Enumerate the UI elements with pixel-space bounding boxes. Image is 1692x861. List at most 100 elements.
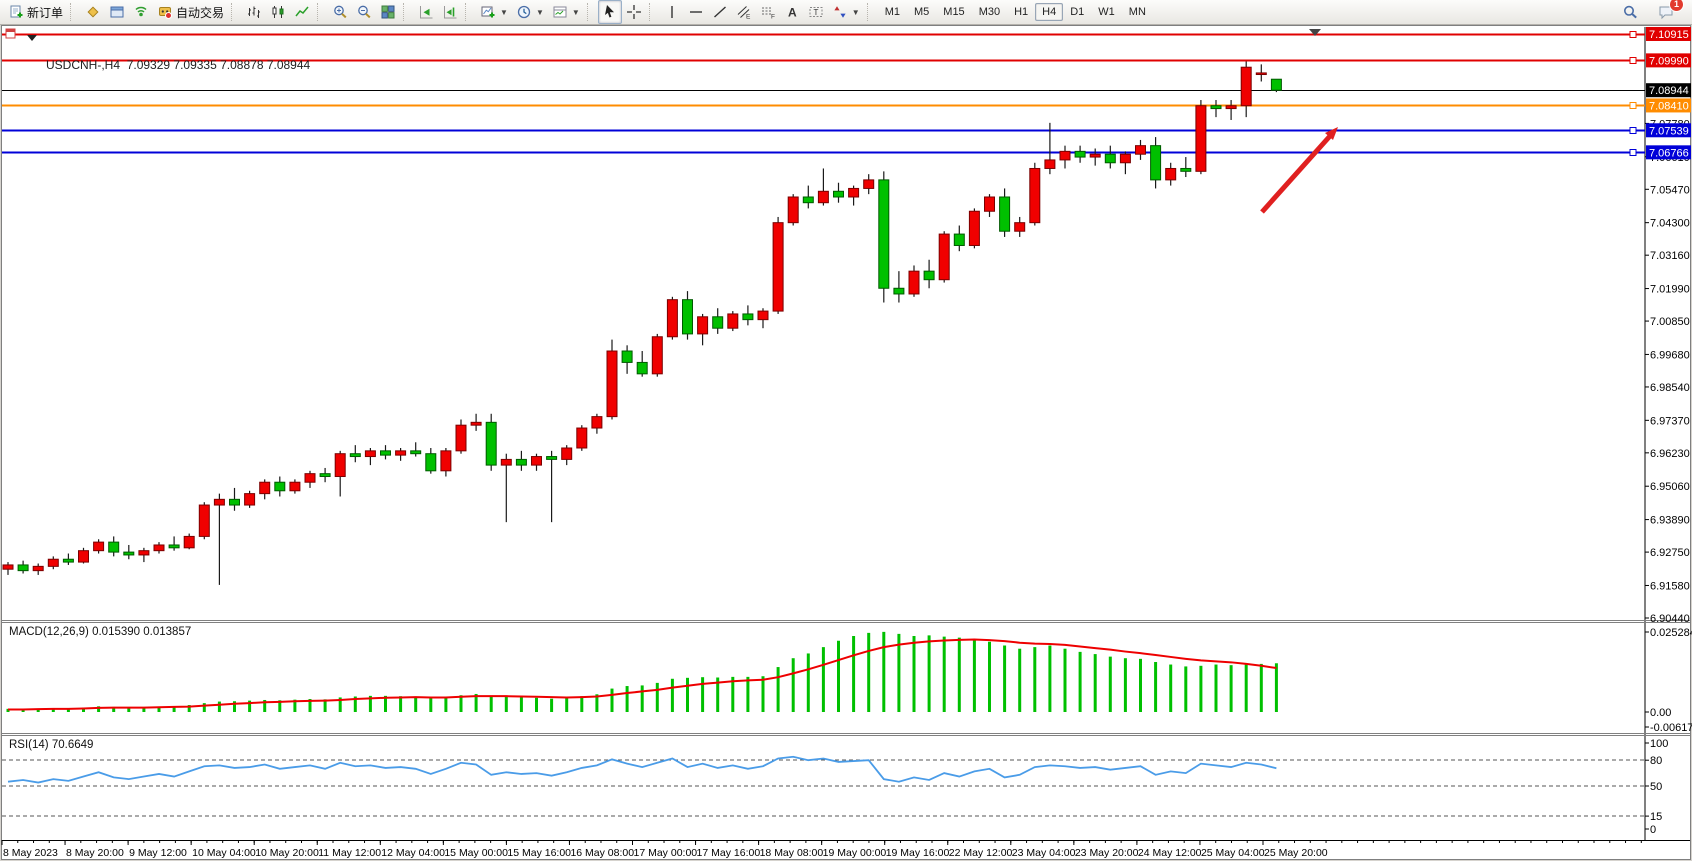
price-tick-label: 6.90440 [1650, 613, 1690, 625]
line-handle[interactable] [1630, 103, 1636, 109]
candle [335, 454, 345, 477]
auto-scroll-icon [418, 4, 434, 20]
timeframe-mn-button[interactable]: MN [1122, 3, 1153, 21]
candle [1241, 67, 1251, 106]
price-tick-label: 7.04300 [1650, 218, 1690, 230]
candle [1120, 154, 1130, 163]
timeframe-m1-button[interactable]: M1 [878, 3, 907, 21]
line-chart-icon [294, 4, 310, 20]
price-tag-label: 7.06766 [1649, 147, 1689, 159]
candle [230, 499, 240, 505]
candle [1060, 151, 1070, 160]
text-label-button[interactable]: T [804, 0, 828, 24]
trendline-button[interactable] [708, 0, 732, 24]
candles-chart-button[interactable] [266, 0, 290, 24]
candle [1090, 154, 1100, 157]
dropdown-arrow-icon[interactable]: ▼ [536, 8, 544, 17]
chart-shift-button[interactable] [438, 0, 462, 24]
timeframe-m30-button[interactable]: M30 [972, 3, 1007, 21]
new-order-button[interactable]: 新订单 [4, 0, 67, 24]
macd-signal-value: 0.013857 [143, 626, 191, 638]
autotrading-button[interactable]: 自动交易 [153, 0, 228, 24]
line-handle[interactable] [1630, 150, 1636, 156]
candle [275, 482, 285, 491]
data-window-icon [109, 4, 125, 20]
auto-scroll-button[interactable] [414, 0, 438, 24]
timeframe-m15-button[interactable]: M15 [936, 3, 971, 21]
line-handle[interactable] [1630, 128, 1636, 134]
candle [622, 351, 632, 362]
new-chart-button[interactable]: ▼ [476, 0, 512, 24]
bars-chart-button[interactable] [242, 0, 266, 24]
timeframe-d1-button[interactable]: D1 [1063, 3, 1091, 21]
time-tick-label: 24 May 12:00 [1138, 847, 1202, 859]
line-chart-button[interactable] [290, 0, 314, 24]
time-tick-label: 18 May 08:00 [760, 847, 824, 859]
periods-button[interactable]: ▼ [512, 0, 548, 24]
dropdown-arrow-icon[interactable]: ▼ [572, 8, 580, 17]
macd-tick-label: 0.00 [1650, 707, 1671, 719]
channel-button[interactable]: E [732, 0, 756, 24]
candle [758, 311, 768, 320]
timeframe-w1-button[interactable]: W1 [1091, 3, 1122, 21]
time-tick-label: 17 May 00:00 [634, 847, 698, 859]
rsi-tick-label: 50 [1650, 781, 1662, 793]
price-tick-label: 6.95060 [1650, 481, 1690, 493]
vertical-line-button[interactable] [660, 0, 684, 24]
candle [486, 422, 496, 465]
zoom-in-button[interactable] [328, 0, 352, 24]
candle [577, 428, 587, 448]
candle [124, 552, 134, 555]
time-tick-label: 9 May 12:00 [129, 847, 187, 859]
market-watch-button[interactable] [81, 0, 105, 24]
candle [290, 482, 300, 491]
candle [1211, 106, 1221, 109]
candle [532, 457, 542, 466]
candle [728, 314, 738, 328]
toolbar-separator [465, 3, 473, 21]
dropdown-arrow-icon[interactable]: ▼ [852, 8, 860, 17]
candle [592, 417, 602, 428]
data-window-button[interactable] [105, 0, 129, 24]
timeframe-h1-button[interactable]: H1 [1007, 3, 1035, 21]
candle [818, 191, 828, 202]
toolbar-separator [587, 3, 595, 21]
fibonacci-button[interactable]: F [756, 0, 780, 24]
timeframe-m5-button[interactable]: M5 [907, 3, 936, 21]
toolbar-separator [403, 3, 411, 21]
dropdown-arrow-icon[interactable]: ▼ [500, 8, 508, 17]
chart-area[interactable]: 7.077807.066107.054707.043007.031607.019… [0, 25, 1692, 861]
cursor-button[interactable] [598, 0, 622, 24]
signals-button[interactable] [129, 0, 153, 24]
arrows-button[interactable]: ▼ [828, 0, 864, 24]
candle [18, 565, 28, 571]
time-tick-label: 15 May 00:00 [444, 847, 508, 859]
chat-button[interactable]: 1 [1654, 0, 1678, 24]
time-tick-label: 19 May 16:00 [886, 847, 950, 859]
timeframe-h4-button[interactable]: H4 [1035, 3, 1063, 21]
templates-button[interactable]: ▼ [548, 0, 584, 24]
search-button[interactable] [1618, 0, 1642, 24]
candle [637, 362, 647, 373]
price-tick-label: 6.96230 [1650, 448, 1690, 460]
time-tick-label: 11 May 12:00 [318, 847, 381, 859]
candle [441, 451, 451, 471]
horizontal-line-button[interactable] [684, 0, 708, 24]
zoom-out-button[interactable] [352, 0, 376, 24]
text-button[interactable]: A [780, 0, 804, 24]
crosshair-button[interactable] [622, 0, 646, 24]
tile-windows-button[interactable] [376, 0, 400, 24]
rsi-name: RSI(14) [9, 739, 49, 751]
price-tick-label: 7.03160 [1650, 250, 1690, 262]
line-handle[interactable] [1630, 58, 1636, 64]
candle [471, 422, 481, 425]
line-handle[interactable] [1630, 32, 1636, 38]
candle [1136, 146, 1146, 155]
candle [547, 457, 557, 460]
rsi-indicator-label: RSI(14) 70.6649 [9, 739, 93, 751]
text-icon: A [784, 4, 800, 20]
candle [1045, 160, 1055, 169]
chart-canvas[interactable]: 7.077807.066107.054707.043007.031607.019… [0, 25, 1692, 861]
time-tick-label: 25 May 04:00 [1201, 847, 1265, 859]
chart-symbol-period: USDCNH-,H4 [46, 58, 120, 72]
